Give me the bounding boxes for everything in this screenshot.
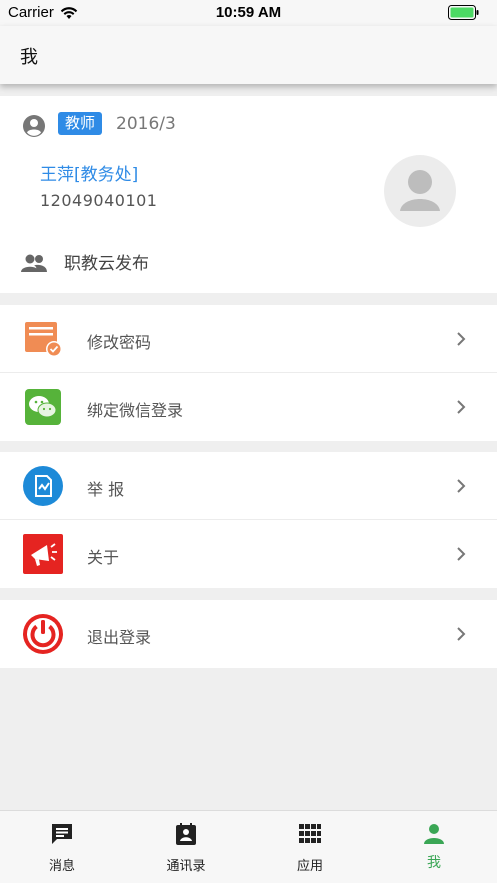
menu-item-label: 绑定微信登录 (87, 401, 184, 420)
tab-apps[interactable]: 应用 (248, 811, 372, 883)
menu-item-label: 修改密码 (87, 333, 152, 352)
user-id: 12049040101 (40, 191, 158, 210)
avatar-placeholder-icon (400, 170, 440, 211)
user-name: 王萍[教务处] (40, 165, 139, 185)
apps-grid-icon (298, 822, 322, 850)
tab-bar: 消息 通讯录 应用 我 (0, 810, 497, 883)
message-icon (50, 822, 74, 850)
navigation-bar: 我 (0, 26, 497, 84)
menu-item-change-password[interactable]: 修改密码 (0, 305, 497, 373)
status-bar: Carrier 10:59 AM (0, 0, 497, 26)
tab-label: 应用 (296, 859, 323, 874)
menu-item-label: 退出登录 (87, 628, 152, 647)
megaphone-icon (22, 533, 64, 575)
tab-label: 通讯录 (166, 859, 206, 874)
menu-group-info: 举 报 关于 (0, 452, 497, 588)
report-icon (22, 465, 64, 507)
tab-contacts[interactable]: 通讯录 (124, 811, 248, 883)
clock: 10:59 AM (215, 4, 282, 21)
chevron-right-icon (456, 546, 466, 566)
menu-item-label: 关于 (87, 548, 120, 567)
chevron-right-icon (456, 626, 466, 646)
tab-label: 我 (427, 855, 441, 871)
wechat-icon (22, 386, 64, 428)
menu-group-logout: 退出登录 (0, 600, 497, 668)
person-icon (422, 822, 446, 850)
menu-item-report[interactable]: 举 报 (0, 452, 497, 520)
menu-item-bind-wechat[interactable]: 绑定微信登录 (0, 373, 497, 441)
contacts-icon (174, 822, 198, 850)
avatar[interactable] (384, 155, 456, 227)
chevron-right-icon (456, 331, 466, 351)
page-title: 我 (20, 47, 38, 68)
role-badge: 教师 (58, 112, 103, 135)
power-icon (22, 613, 64, 655)
menu-group-account: 修改密码 绑定微信登录 (0, 305, 497, 441)
battery-icon (448, 5, 480, 24)
tab-messages[interactable]: 消息 (0, 811, 124, 883)
publisher-label: 职教云发布 (64, 254, 149, 274)
tab-me[interactable]: 我 (372, 811, 496, 883)
menu-item-about[interactable]: 关于 (0, 520, 497, 588)
profile-card[interactable]: 教师 2016/3 王萍[教务处] 12049040101 职教云发布 (0, 96, 497, 293)
menu-item-label: 举 报 (87, 480, 125, 499)
join-date: 2016/3 (116, 114, 176, 134)
tab-label: 消息 (48, 859, 75, 874)
chevron-right-icon (456, 478, 466, 498)
account-circle-icon (22, 114, 46, 142)
group-icon (20, 252, 48, 278)
menu-item-logout[interactable]: 退出登录 (0, 600, 497, 668)
password-card-icon (22, 318, 64, 360)
chevron-right-icon (456, 399, 466, 419)
